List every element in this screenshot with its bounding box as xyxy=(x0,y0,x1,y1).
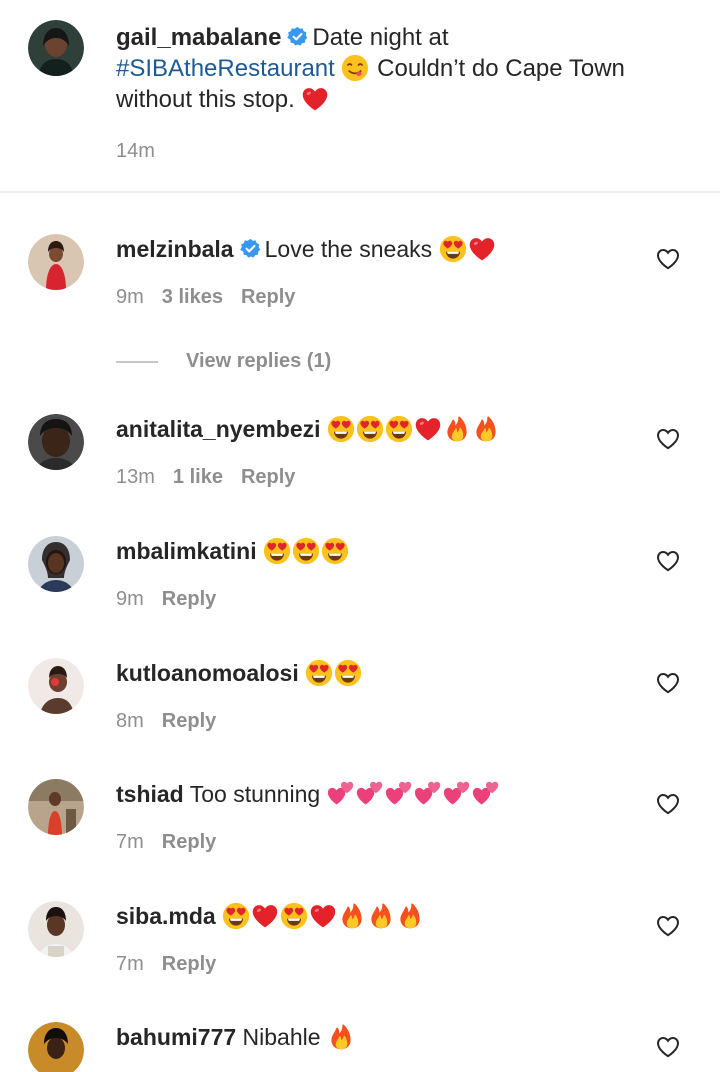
comment-username[interactable]: siba.mda xyxy=(116,903,216,929)
red-heart-emoji xyxy=(309,902,337,930)
comment-text: anitalita_nyembezi xyxy=(116,414,501,444)
comment-username[interactable]: tshiad xyxy=(116,781,184,807)
comment-username[interactable]: kutloanomoalosi xyxy=(116,660,299,686)
divider xyxy=(0,191,720,193)
red-heart-emoji xyxy=(251,902,279,930)
fire-emoji xyxy=(396,902,424,930)
two-hearts-emoji xyxy=(472,780,500,808)
reply-button[interactable]: Reply xyxy=(162,588,216,610)
like-heart-icon[interactable] xyxy=(656,428,680,450)
view-replies-button[interactable]: View replies (1) xyxy=(116,350,331,373)
replies-line xyxy=(116,360,158,363)
yum-face-emoji xyxy=(341,54,369,82)
likes-count[interactable]: 1 like xyxy=(173,466,223,488)
caption-username[interactable]: gail_mabalane xyxy=(116,24,281,51)
two-hearts-emoji xyxy=(443,780,471,808)
avatar[interactable] xyxy=(28,234,84,290)
heart-eyes-emoji xyxy=(280,902,308,930)
avatar[interactable] xyxy=(28,414,84,470)
caption-text: gail_mabalane Date night at #SIBAtheResta… xyxy=(116,22,676,115)
avatar[interactable] xyxy=(28,658,84,714)
comment-body: Nibahle xyxy=(242,1024,321,1050)
fire-emoji xyxy=(338,902,366,930)
heart-eyes-emoji xyxy=(334,659,362,687)
comment-username[interactable]: bahumi777 xyxy=(116,1024,236,1050)
caption-text-before-tag: Date night at xyxy=(312,24,449,51)
reply-button[interactable]: Reply xyxy=(162,953,216,975)
comment-text: siba.mda xyxy=(116,901,425,931)
two-hearts-emoji xyxy=(385,780,413,808)
reply-button[interactable]: Reply xyxy=(162,710,216,732)
like-heart-icon[interactable] xyxy=(656,1036,680,1058)
comment-meta: 9m 3 likes Reply xyxy=(116,286,313,309)
verified-badge-icon xyxy=(240,236,261,257)
caption-time: 14m xyxy=(116,140,155,162)
comment-body: Love the sneaks xyxy=(264,236,433,262)
comment-meta: 9m Reply xyxy=(116,588,234,611)
comment-time: 8m xyxy=(116,710,144,732)
comment-username[interactable]: anitalita_nyembezi xyxy=(116,416,321,442)
comment-text: mbalimkatini xyxy=(116,536,350,566)
red-heart-emoji xyxy=(414,415,442,443)
comment-body: Too stunning xyxy=(189,781,321,807)
comment-meta: 7m Reply xyxy=(116,953,234,976)
heart-eyes-emoji xyxy=(321,537,349,565)
comment-time: 7m xyxy=(116,953,144,975)
comment-text: melzinbala Love the sneaks xyxy=(116,234,497,264)
reply-button[interactable]: Reply xyxy=(241,286,295,308)
heart-eyes-emoji xyxy=(292,537,320,565)
comment-username[interactable]: mbalimkatini xyxy=(116,538,257,564)
heart-eyes-emoji xyxy=(327,415,355,443)
view-replies-label: View replies (1) xyxy=(186,350,332,372)
comment-time: 13m xyxy=(116,466,155,488)
two-hearts-emoji xyxy=(356,780,384,808)
fire-emoji xyxy=(443,415,471,443)
avatar[interactable] xyxy=(28,536,84,592)
comment-text: tshiad Too stunning xyxy=(116,779,501,809)
verified-badge-icon xyxy=(287,24,308,45)
fire-emoji xyxy=(367,902,395,930)
comment-text: bahumi777 Nibahle xyxy=(116,1022,356,1052)
two-hearts-emoji xyxy=(414,780,442,808)
comment-username[interactable]: melzinbala xyxy=(116,236,234,262)
comment-time: 9m xyxy=(116,286,144,308)
avatar[interactable] xyxy=(28,20,84,76)
red-heart-emoji xyxy=(468,235,496,263)
comment-text: kutloanomoalosi xyxy=(116,658,363,688)
avatar[interactable] xyxy=(28,779,84,835)
heart-eyes-emoji xyxy=(305,659,333,687)
heart-eyes-emoji xyxy=(356,415,384,443)
like-heart-icon[interactable] xyxy=(656,793,680,815)
reply-button[interactable]: Reply xyxy=(162,831,216,853)
like-heart-icon[interactable] xyxy=(656,248,680,270)
heart-eyes-emoji xyxy=(439,235,467,263)
like-heart-icon[interactable] xyxy=(656,915,680,937)
comment-meta: 13m 1 like Reply xyxy=(116,466,313,489)
comment-meta: 8m Reply xyxy=(116,710,234,733)
two-hearts-emoji xyxy=(327,780,355,808)
comment-time: 7m xyxy=(116,831,144,853)
heart-eyes-emoji xyxy=(263,537,291,565)
avatar[interactable] xyxy=(28,901,84,957)
like-heart-icon[interactable] xyxy=(656,672,680,694)
avatar[interactable] xyxy=(28,1022,84,1072)
fire-emoji xyxy=(472,415,500,443)
reply-button[interactable]: Reply xyxy=(241,466,295,488)
comment-time: 9m xyxy=(116,588,144,610)
heart-eyes-emoji xyxy=(385,415,413,443)
red-heart-emoji xyxy=(301,85,329,113)
likes-count[interactable]: 3 likes xyxy=(162,286,223,308)
hashtag-link[interactable]: #SIBAtheRestaurant xyxy=(116,55,335,82)
post-caption: gail_mabalane Date night at #SIBAtheResta… xyxy=(0,0,720,192)
comment-meta: 7m Reply xyxy=(116,831,234,854)
heart-eyes-emoji xyxy=(222,902,250,930)
fire-emoji xyxy=(327,1023,355,1051)
like-heart-icon[interactable] xyxy=(656,550,680,572)
